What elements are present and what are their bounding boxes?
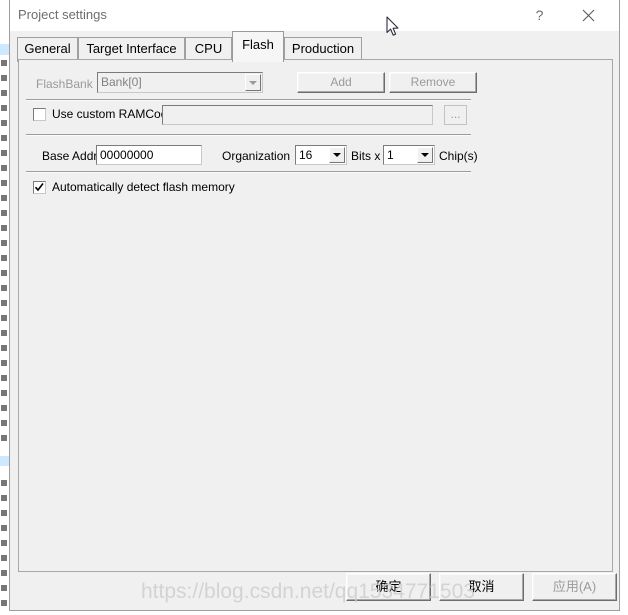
ok-button[interactable]: 确定 [346,573,431,601]
browse-ramcode-button[interactable]: ... [444,105,467,125]
flashbank-combo[interactable]: Bank[0] [97,72,263,93]
base-addr-label: Base Addr [42,149,98,163]
chips-label: Chip(s) [439,149,478,163]
organization-label: Organization [222,149,291,163]
bits-x-label: Bits x [351,149,381,163]
checkbox-box-checked[interactable] [33,181,46,194]
window-title: Project settings [18,7,107,22]
separator-1 [26,99,471,101]
chevron-down-icon[interactable] [245,74,261,91]
use-custom-ramcode-label: Use custom RAMCode [52,107,175,121]
flashbank-value: Bank[0] [101,75,142,89]
ramcode-path-input[interactable] [162,105,433,125]
separator-2 [26,134,471,136]
bits-x-value: 1 [387,148,394,162]
title-bar: Project settings ? [10,0,619,31]
chevron-down-icon[interactable] [417,147,433,163]
check-icon [34,183,44,192]
organization-value: 16 [299,148,313,162]
close-button[interactable] [566,0,611,31]
organization-combo[interactable]: 16 [295,145,347,165]
project-settings-dialog: Project settings ? General Target Interf… [9,0,620,611]
apply-button[interactable]: 应用(A) [532,573,617,601]
close-icon [582,9,595,22]
base-addr-input[interactable]: 00000000 [96,145,202,165]
tab-flash[interactable]: Flash [232,31,284,62]
cancel-button[interactable]: 取消 [439,573,524,601]
remove-button[interactable]: Remove [389,72,477,93]
tab-strip: General Target Interface CPU Flash Produ… [10,31,619,62]
auto-detect-flash-label: Automatically detect flash memory [52,180,235,194]
separator-3 [26,171,471,173]
help-button[interactable]: ? [517,0,562,31]
add-button[interactable]: Add [297,72,385,93]
chevron-down-icon[interactable] [329,147,345,163]
flashbank-label: FlashBank [36,77,93,91]
checkbox-box-unchecked[interactable] [33,108,46,121]
bits-x-combo[interactable]: 1 [383,145,435,165]
flash-tab-panel: FlashBank Bank[0] Add Remove Use custom … [18,59,613,572]
